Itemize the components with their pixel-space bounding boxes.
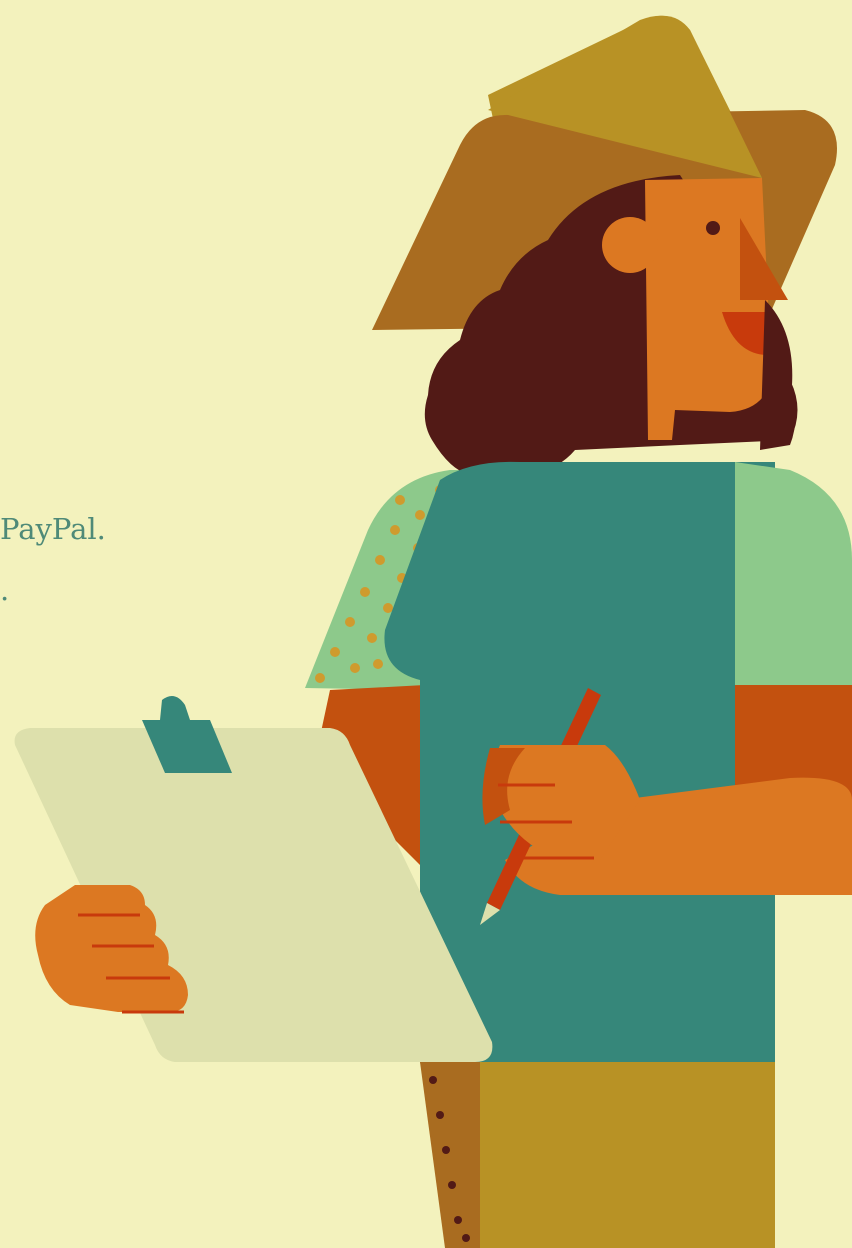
ear [602,217,658,273]
caption-text-line-1: PayPal. [0,512,106,546]
shirt-green-sleeve [735,462,852,685]
face [645,178,770,440]
caption-text-line-2: . [0,573,10,607]
illustration [14,15,852,1248]
clipboard-clip-top [160,696,190,720]
hair-right-curl [760,300,796,450]
eye [706,221,720,235]
pants-dotted-leg [420,1062,480,1248]
